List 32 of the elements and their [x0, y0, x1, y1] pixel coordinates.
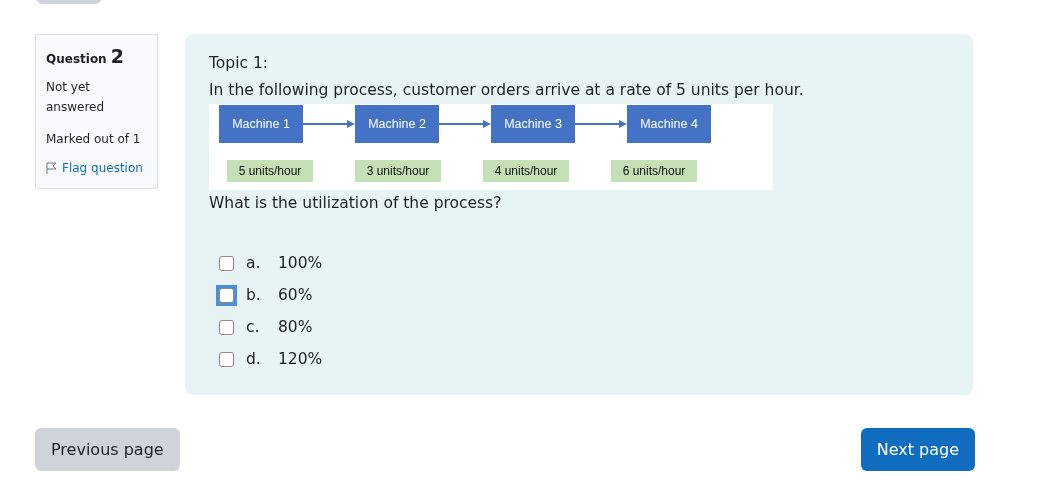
- status-text: Not yet answered: [46, 79, 106, 116]
- option-text: 120%: [278, 350, 323, 368]
- marks-text: Marked out of 1: [46, 131, 142, 148]
- option-letter: a.: [246, 254, 262, 272]
- rate-label: 4 units/hour: [483, 160, 569, 182]
- prompt-text: What is the utilization of the process?: [209, 193, 503, 214]
- arrow-icon: [575, 120, 627, 128]
- arrow-icon: [303, 120, 355, 128]
- machine-box: Machine 1: [219, 105, 303, 143]
- next-page-button[interactable]: Next page: [860, 428, 975, 471]
- topic-text: Topic 1:: [209, 53, 269, 74]
- option-text: 100%: [278, 254, 323, 272]
- machine-box: Machine 2: [355, 105, 439, 143]
- answer-checkbox[interactable]: [219, 255, 234, 271]
- machine-box: Machine 4: [627, 105, 711, 143]
- flag-icon: [46, 162, 57, 174]
- rate-label: 3 units/hour: [355, 160, 441, 182]
- option-letter: b.: [246, 286, 262, 304]
- answer-checkbox[interactable]: [219, 319, 234, 335]
- rate-label: 6 units/hour: [611, 160, 697, 182]
- answer-checkbox[interactable]: [219, 351, 234, 367]
- option-letter: d.: [246, 350, 262, 368]
- rate-label: 5 units/hour: [227, 160, 313, 182]
- option-text: 60%: [278, 286, 313, 304]
- flag-question-link[interactable]: Flag question: [46, 161, 149, 175]
- question-number: Question 2: [46, 45, 126, 67]
- machine-box: Machine 3: [491, 105, 575, 143]
- option-text: 80%: [278, 318, 313, 336]
- option-letter: c.: [246, 318, 261, 336]
- question-text: In the following process, customer orders arrive at a rate of 5 units per hour.: [209, 80, 805, 101]
- previous-page-button[interactable]: Previous page: [35, 428, 180, 471]
- arrow-icon: [439, 120, 491, 128]
